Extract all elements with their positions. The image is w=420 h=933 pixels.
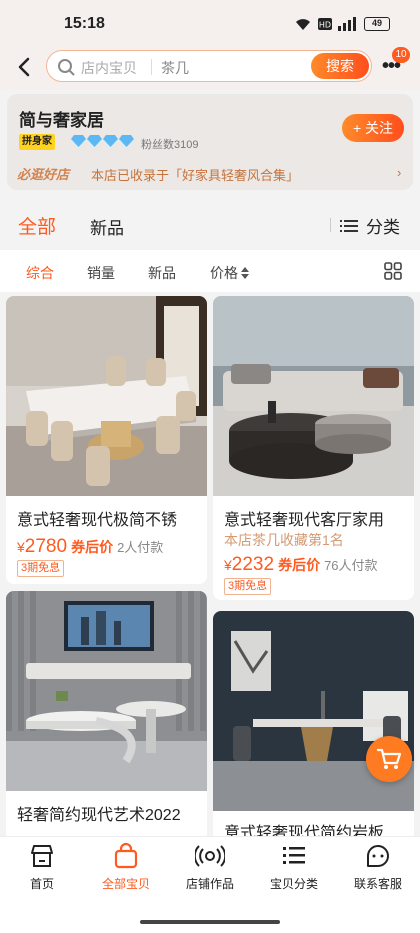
shop-tabs: 全部 新品 分类 bbox=[0, 198, 420, 250]
message-badge: 10 bbox=[392, 47, 410, 63]
search-keyword: 茶几 bbox=[161, 60, 189, 76]
top-nav: 店内宝贝 茶几 搜索 ••• 10 bbox=[0, 44, 420, 90]
product-card[interactable]: 意式轻奢现代客厅家用 本店茶几收藏第1名 ¥2232 券后价 76人付款 3期免息 bbox=[213, 296, 414, 600]
product-card[interactable]: 轻奢简约现代艺术2022 bbox=[6, 591, 207, 841]
nav-works[interactable]: 店铺作品 bbox=[168, 841, 252, 892]
cart-button[interactable] bbox=[366, 736, 412, 782]
shop-home-icon bbox=[31, 845, 53, 867]
signal-icon bbox=[338, 17, 356, 31]
tab-category-label: 分类 bbox=[366, 218, 400, 237]
follow-button[interactable]: + 关注 bbox=[342, 114, 404, 142]
product-price: ¥2780 券后价 2人付款 bbox=[17, 536, 164, 557]
more-button[interactable]: ••• 10 bbox=[382, 47, 410, 78]
search-bar[interactable]: 店内宝贝 茶几 搜索 bbox=[46, 50, 372, 82]
diamond-icon bbox=[119, 135, 134, 147]
diamond-icon bbox=[87, 135, 102, 147]
diamond-icon bbox=[103, 135, 118, 147]
sort-comprehensive[interactable]: 综合 bbox=[26, 263, 54, 283]
product-price: ¥2232 券后价 76人付款 bbox=[224, 554, 378, 575]
diamond-icon bbox=[71, 135, 86, 147]
home-indicator[interactable] bbox=[140, 920, 280, 924]
battery-icon: 49 bbox=[364, 17, 390, 31]
sort-price[interactable]: 价格 bbox=[210, 263, 249, 283]
search-icon bbox=[58, 59, 75, 76]
status-time: 15:18 bbox=[64, 15, 105, 32]
search-placeholder: 店内宝贝 bbox=[81, 60, 137, 76]
brand-badge: 拼身家 bbox=[19, 134, 55, 150]
search-button[interactable]: 搜索 bbox=[311, 53, 369, 79]
service-icon bbox=[367, 845, 389, 867]
list-icon bbox=[340, 219, 358, 232]
collection-link[interactable]: 本店已收录于「好家具轻奢风合集」 bbox=[91, 165, 299, 184]
tab-new[interactable]: 新品 bbox=[90, 214, 124, 239]
product-rank: 本店茶几收藏第1名 bbox=[224, 532, 344, 548]
shop-card: 简与奢家居 拼身家 粉丝数3109 + 关注 必逛好店 本店已收录于「好家具轻奢… bbox=[7, 94, 413, 190]
product-card[interactable]: 意式轻奢现代极简不锈 ¥2780 券后价 2人付款 3期免息 bbox=[6, 296, 207, 584]
shop-rating bbox=[71, 135, 134, 147]
chevron-right-icon[interactable]: › bbox=[397, 165, 401, 180]
shop-name[interactable]: 简与奢家居 bbox=[19, 106, 104, 131]
hd-icon: HD bbox=[318, 18, 332, 30]
nav-category[interactable]: 宝贝分类 bbox=[252, 841, 336, 892]
product-title: 意式轻奢现代极简不锈 bbox=[17, 512, 178, 529]
bag-icon bbox=[114, 842, 138, 869]
grid-view-button[interactable] bbox=[384, 262, 402, 285]
back-button[interactable] bbox=[12, 52, 38, 82]
product-title: 意式轻奢现代客厅家用 bbox=[224, 512, 385, 529]
tab-divider bbox=[330, 218, 331, 232]
svg-text:HD: HD bbox=[319, 21, 331, 30]
live-icon bbox=[195, 845, 225, 867]
wifi-icon bbox=[296, 19, 310, 30]
tab-category[interactable]: 分类 bbox=[340, 213, 400, 238]
installment-tag: 3期免息 bbox=[17, 560, 65, 577]
cart-icon bbox=[376, 748, 402, 769]
installment-tag: 3期免息 bbox=[224, 578, 272, 595]
nav-customer-service[interactable]: 联系客服 bbox=[336, 841, 420, 892]
category-icon bbox=[283, 847, 305, 864]
sort-bar: 综合 销量 新品 价格 bbox=[0, 250, 420, 292]
bottom-nav: 首页 全部宝贝 店铺作品 宝贝分类 联系客服 bbox=[0, 836, 420, 933]
tab-all[interactable]: 全部 bbox=[18, 212, 56, 239]
must-visit-label: 必逛好店 bbox=[17, 167, 70, 182]
sort-new[interactable]: 新品 bbox=[148, 263, 176, 283]
more-icon: ••• bbox=[382, 55, 401, 77]
sort-price-label: 价格 bbox=[210, 265, 238, 281]
product-image bbox=[213, 296, 414, 496]
product-image bbox=[6, 591, 207, 791]
status-bar: 15:18 HD 49 bbox=[0, 0, 420, 44]
fans-count: 粉丝数3109 bbox=[141, 139, 199, 151]
search-divider bbox=[151, 59, 152, 75]
back-icon bbox=[18, 57, 30, 77]
grid-icon bbox=[384, 262, 402, 280]
sort-arrows-icon bbox=[241, 267, 249, 279]
product-title: 轻奢简约现代艺术2022 bbox=[17, 807, 181, 824]
nav-home[interactable]: 首页 bbox=[0, 841, 84, 892]
product-card[interactable]: 意式轻奢现代简约岩板 bbox=[213, 611, 414, 841]
product-image bbox=[6, 296, 207, 496]
sort-sales[interactable]: 销量 bbox=[87, 263, 115, 283]
status-icons: HD 49 bbox=[294, 17, 390, 31]
nav-all-items[interactable]: 全部宝贝 bbox=[84, 841, 168, 892]
